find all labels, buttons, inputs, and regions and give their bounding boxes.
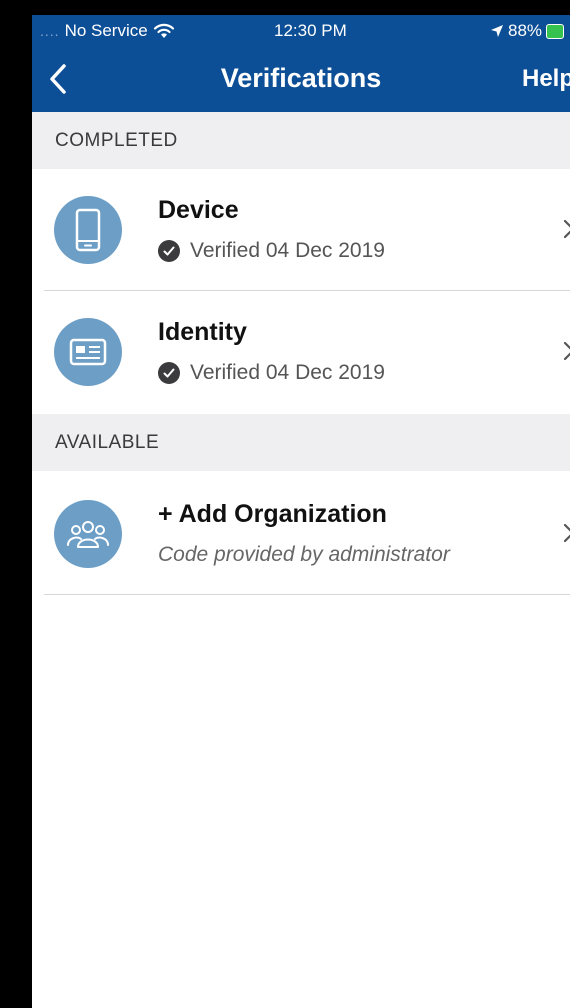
device-status: Verified 04 Dec 2019	[158, 239, 385, 263]
list-item-device[interactable]: Device Verified 04 Dec 2019	[32, 169, 570, 291]
phone-icon	[75, 208, 101, 252]
device-status-text: Verified 04 Dec 2019	[190, 239, 385, 262]
status-left: .... No Service	[40, 21, 175, 41]
page-title: Verifications	[220, 63, 382, 93]
identity-title: Identity	[158, 318, 247, 346]
add-organization-subtitle: Code provided by administrator	[158, 543, 450, 566]
carrier-label: No Service	[64, 21, 148, 40]
battery-icon	[546, 23, 565, 39]
list-item-identity[interactable]: Identity Verified 04 Dec 2019	[32, 291, 570, 413]
device-avatar	[54, 196, 122, 264]
status-bar: .... No Service 12:30 PM 88%	[32, 15, 570, 45]
id-card-icon	[69, 338, 107, 366]
organization-avatar	[54, 500, 122, 568]
identity-status: Verified 04 Dec 2019	[158, 361, 385, 385]
group-icon	[67, 521, 109, 548]
identity-avatar	[54, 318, 122, 386]
battery-percent: 88%	[508, 21, 543, 40]
chevron-right-icon	[563, 523, 570, 543]
status-time: 12:30 PM	[274, 21, 347, 40]
wifi-icon	[153, 23, 174, 38]
help-button[interactable]: Help	[522, 65, 570, 93]
section-header-available: AVAILABLE	[32, 414, 570, 471]
chevron-right-icon	[563, 219, 570, 239]
list-item-add-organization[interactable]: + Add Organization Code provided by admi…	[32, 473, 570, 595]
check-circle-icon	[158, 362, 180, 384]
status-right: 88%	[490, 21, 565, 41]
identity-status-text: Verified 04 Dec 2019	[190, 361, 385, 384]
signal-dots: ....	[40, 23, 60, 39]
app-screen: .... No Service 12:30 PM 88% Verificatio…	[32, 15, 570, 1008]
check-circle-icon	[158, 240, 180, 262]
section-header-completed: COMPLETED	[32, 112, 570, 169]
device-title: Device	[158, 196, 239, 224]
chevron-right-icon	[563, 341, 570, 361]
location-arrow-icon	[491, 25, 503, 37]
row-divider	[44, 594, 570, 595]
nav-bar: Verifications Help	[32, 45, 570, 112]
add-organization-title: + Add Organization	[158, 500, 387, 528]
